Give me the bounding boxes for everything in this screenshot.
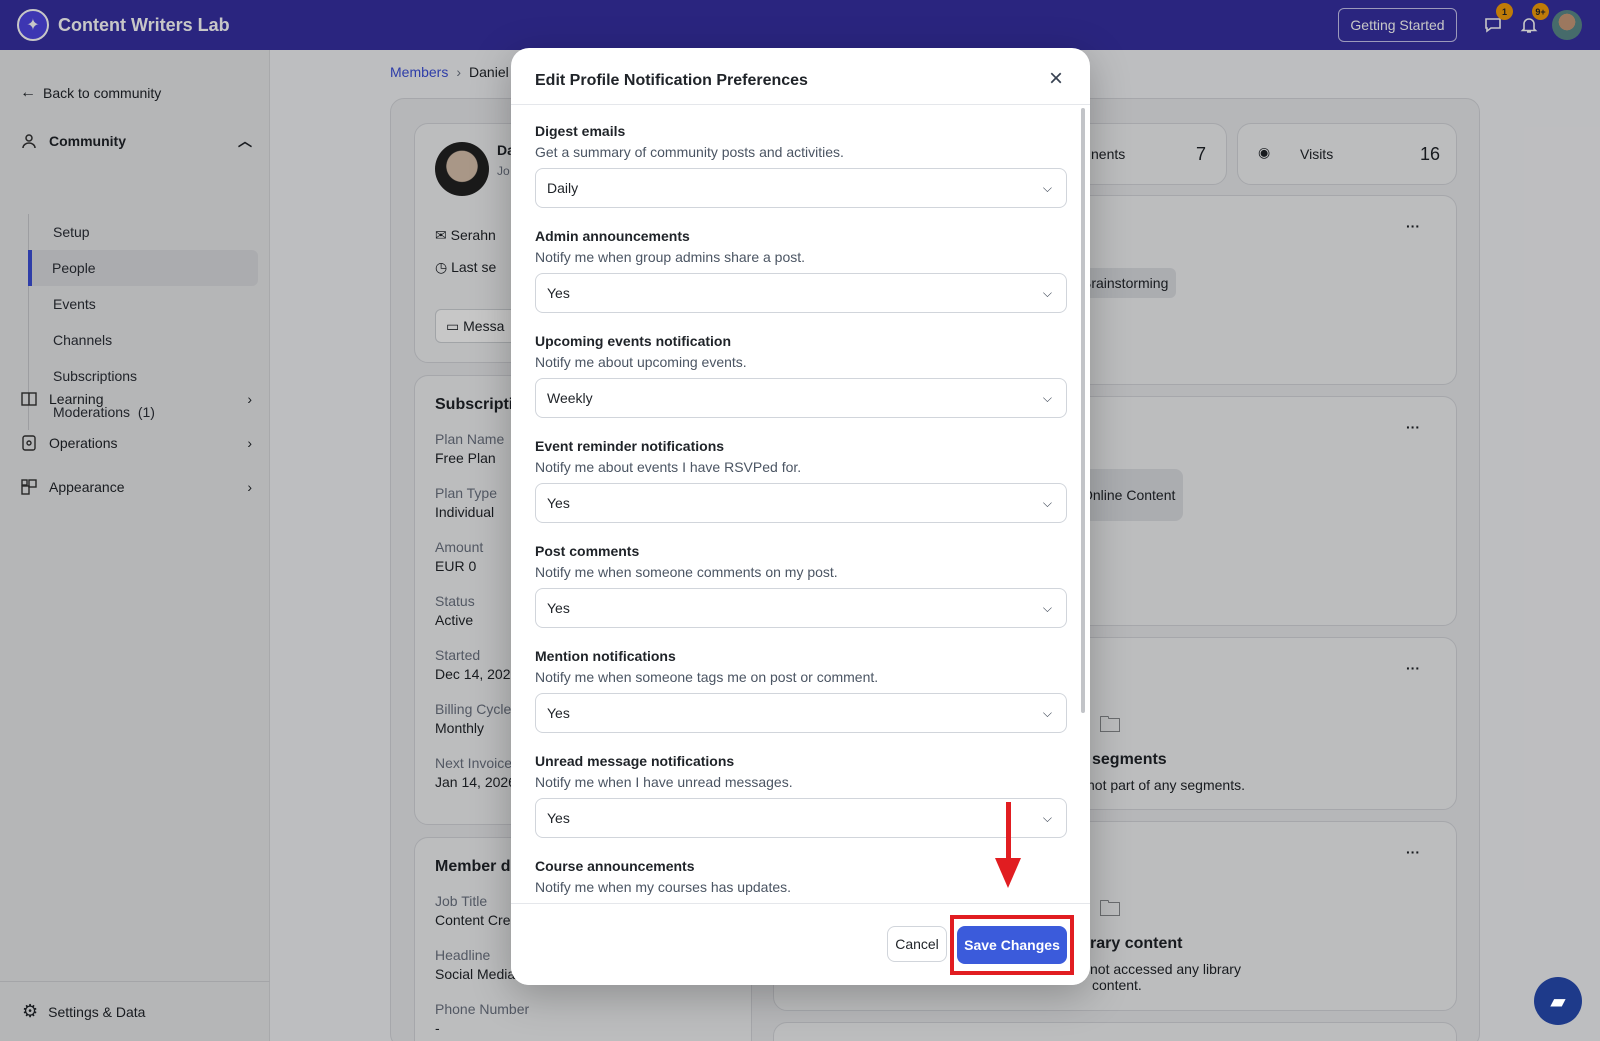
preference-description: Notify me when someone comments on my po…	[535, 564, 838, 580]
preference-title: Admin announcements	[535, 228, 690, 244]
preference-item: Post comments Notify me when someone comm…	[535, 543, 1067, 628]
chevron-down-icon: ⌵	[1042, 600, 1052, 615]
close-icon[interactable]: ×	[1044, 67, 1068, 92]
preference-title: Event reminder notifications	[535, 438, 725, 454]
cancel-button[interactable]: Cancel	[887, 926, 947, 962]
chevron-down-icon: ⌵	[1042, 390, 1052, 405]
preference-title: Mention notifications	[535, 648, 676, 664]
notification-preferences-modal: Edit Profile Notification Preferences × …	[511, 48, 1090, 985]
preference-value: Weekly	[547, 390, 593, 406]
chevron-down-icon: ⌵	[1042, 705, 1052, 720]
chevron-down-icon: ⌵	[1042, 495, 1052, 510]
modal-scrollbar[interactable]	[1081, 108, 1085, 713]
chat-widget-button[interactable]: ▰	[1534, 977, 1582, 1025]
preference-select[interactable]: Yes ⌵	[535, 273, 1067, 313]
modal-header: Edit Profile Notification Preferences ×	[511, 48, 1090, 105]
preference-item: Mention notifications Notify me when some…	[535, 648, 1067, 733]
preference-description: Notify me when someone tags me on post o…	[535, 669, 879, 685]
preference-title: Unread message notifications	[535, 753, 735, 769]
preference-description: Notify me when group admins share a post…	[535, 249, 806, 265]
preference-title: Course announcements	[535, 858, 695, 874]
preference-item: Admin announcements Notify me when group …	[535, 228, 1067, 313]
preference-select[interactable]: Weekly ⌵	[535, 378, 1067, 418]
preference-title: Post comments	[535, 543, 640, 559]
preference-item: Event reminder notifications Notify me ab…	[535, 438, 1067, 523]
preference-item: Upcoming events notification Notify me ab…	[535, 333, 1067, 418]
preference-description: Get a summary of community posts and act…	[535, 144, 844, 160]
chat-bubble-icon: ▰	[1550, 990, 1566, 1013]
chevron-down-icon: ⌵	[1042, 285, 1052, 300]
preference-value: Yes	[547, 600, 570, 616]
preference-title: Digest emails	[535, 123, 626, 139]
modal-title: Edit Profile Notification Preferences	[535, 72, 808, 89]
preference-description: Notify me when I have unread messages.	[535, 774, 793, 790]
preference-select[interactable]: Yes ⌵	[535, 798, 1067, 838]
preference-value: Yes	[547, 810, 570, 826]
chevron-down-icon: ⌵	[1042, 810, 1052, 825]
modal-body[interactable]: Digest emails Get a summary of community …	[511, 105, 1090, 950]
preference-value: Yes	[547, 285, 570, 301]
preference-title: Upcoming events notification	[535, 333, 732, 349]
preference-value: Yes	[547, 495, 570, 511]
preference-description: Notify me about upcoming events.	[535, 354, 747, 370]
preference-select[interactable]: Yes ⌵	[535, 483, 1067, 523]
preference-value: Yes	[547, 705, 570, 721]
preference-value: Daily	[547, 180, 579, 196]
preference-select[interactable]: Yes ⌵	[535, 588, 1067, 628]
annotation-arrow-head	[995, 858, 1021, 888]
annotation-arrow-shaft	[1006, 802, 1011, 862]
preference-select[interactable]: Daily ⌵	[535, 168, 1067, 208]
chevron-down-icon: ⌵	[1042, 180, 1052, 195]
preference-select[interactable]: Yes ⌵	[535, 693, 1067, 733]
preference-item: Unread message notifications Notify me wh…	[535, 753, 1067, 838]
highlight-box	[950, 915, 1074, 975]
preference-item: Digest emails Get a summary of community …	[535, 123, 1067, 208]
preference-description: Notify me when my courses has updates.	[535, 879, 792, 895]
preference-description: Notify me about events I have RSVPed for…	[535, 459, 802, 475]
